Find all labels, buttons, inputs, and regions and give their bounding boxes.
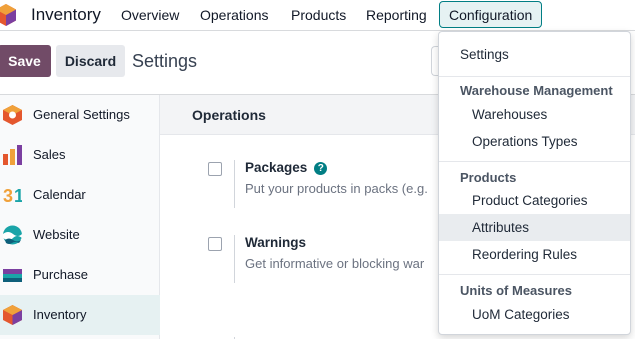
nav-configuration[interactable]: Configuration	[439, 1, 543, 28]
configuration-dropdown: Settings Warehouse Management Warehouses…	[438, 31, 631, 335]
menu-divider	[439, 274, 630, 275]
menu-item-uom-categories[interactable]: UoM Categories	[439, 301, 630, 328]
menu-item-product-categories[interactable]: Product Categories	[439, 187, 630, 214]
svg-text:3: 3	[3, 186, 13, 205]
nav-products[interactable]: Products	[291, 7, 346, 23]
calendar-31-icon: 3 1	[3, 186, 22, 205]
nav-operations[interactable]: Operations	[200, 7, 268, 23]
setting-title: Packages?	[245, 160, 328, 175]
setting-description: Get informative or blocking war	[245, 256, 425, 271]
menu-item-reordering-rules[interactable]: Reordering Rules	[439, 241, 630, 268]
website-wave-icon	[3, 225, 22, 245]
menu-header-products: Products	[460, 170, 517, 185]
setting-divider	[234, 160, 235, 208]
menu-header-units-of-measures: Units of Measures	[460, 283, 572, 298]
sidebar-item-inventory[interactable]: Inventory	[0, 295, 160, 335]
menu-divider	[439, 161, 630, 162]
menu-item-operations-types[interactable]: Operations Types	[439, 128, 630, 155]
sidebar-item-label: General Settings	[33, 107, 130, 122]
nav-overview[interactable]: Overview	[121, 7, 179, 23]
top-navbar: Inventory Overview Operations Products R…	[0, 0, 635, 31]
settings-sidebar: General Settings Sales 3 1 Calendar Webs…	[0, 95, 160, 339]
sales-chart-icon	[3, 145, 22, 165]
sidebar-item-label: Inventory	[33, 307, 87, 322]
sidebar-item-website[interactable]: Website	[0, 215, 160, 255]
setting-title: Warnings	[245, 235, 307, 250]
purchase-card-icon	[3, 269, 22, 282]
setting-title-text: Packages	[245, 160, 308, 175]
menu-item-settings[interactable]: Settings	[439, 41, 630, 68]
discard-button[interactable]: Discard	[56, 45, 125, 77]
save-button[interactable]: Save	[0, 45, 51, 77]
packages-checkbox[interactable]	[208, 162, 222, 176]
menu-header-warehouse-management: Warehouse Management	[460, 83, 613, 98]
warnings-checkbox[interactable]	[208, 237, 222, 251]
sidebar-item-purchase[interactable]: Purchase	[0, 255, 160, 295]
breadcrumb: Settings	[132, 51, 198, 71]
sidebar-item-label: Calendar	[33, 187, 86, 202]
settings-hexagon-icon	[3, 105, 22, 125]
inventory-box-icon	[3, 305, 22, 325]
section-title: Operations	[192, 107, 266, 123]
menu-item-attributes[interactable]: Attributes	[439, 214, 630, 241]
sidebar-item-label: Sales	[33, 147, 66, 162]
menu-item-warehouses[interactable]: Warehouses	[439, 101, 630, 128]
svg-text:1: 1	[14, 186, 22, 205]
help-icon[interactable]: ?	[314, 162, 328, 175]
setting-divider	[234, 235, 235, 283]
sidebar-item-label: Purchase	[33, 267, 88, 282]
menu-divider	[439, 76, 630, 77]
sidebar-item-calendar[interactable]: 3 1 Calendar	[0, 175, 160, 215]
nav-reporting[interactable]: Reporting	[366, 7, 427, 23]
sidebar-item-general-settings[interactable]: General Settings	[0, 95, 160, 135]
setting-description: Put your products in packs (e.g.	[245, 181, 428, 196]
app-name[interactable]: Inventory	[31, 5, 101, 25]
sidebar-item-label: Website	[33, 227, 80, 242]
sidebar-item-sales[interactable]: Sales	[0, 135, 160, 175]
inventory-app-icon[interactable]	[0, 4, 16, 26]
